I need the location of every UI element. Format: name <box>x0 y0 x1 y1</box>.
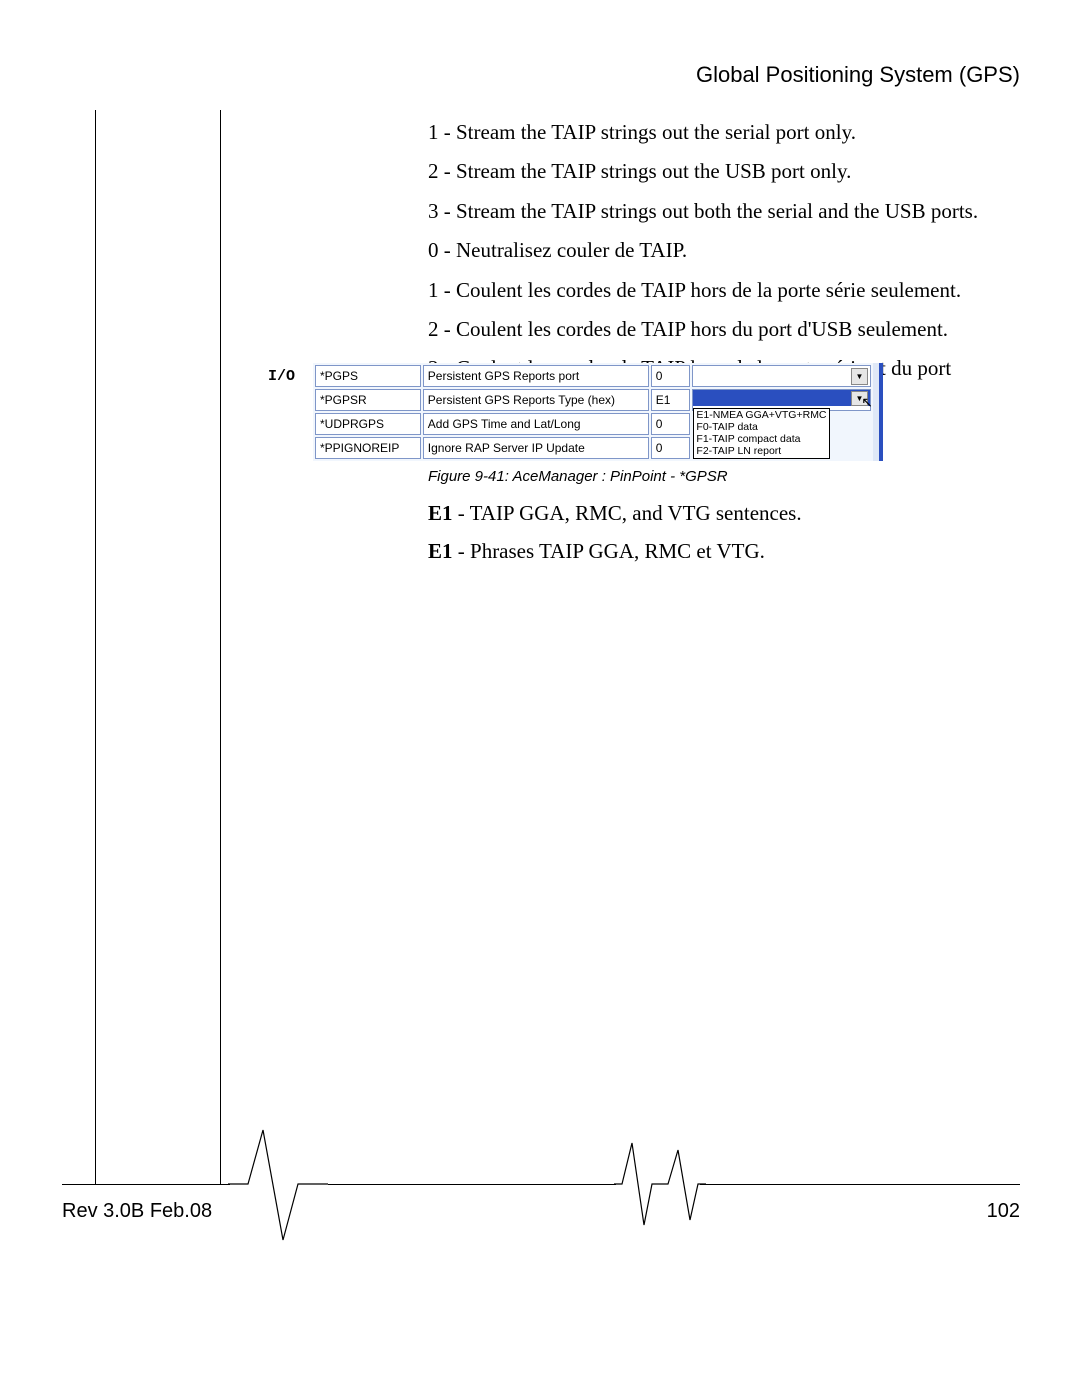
page-header-title: Global Positioning System (GPS) <box>696 62 1020 88</box>
body-line: 1 - Coulent les cordes de TAIP hors de l… <box>428 276 1008 305</box>
table-row: *PGPSR Persistent GPS Reports Type (hex)… <box>315 389 871 411</box>
heartbeat-icon <box>614 1125 660 1245</box>
column-rule-outer <box>95 110 96 1185</box>
e1-desc: - TAIP GGA, RMC, and VTG sentences. <box>453 501 802 525</box>
acemanager-table: *PGPS Persistent GPS Reports port 0 ▼ *P… <box>313 363 873 461</box>
param-desc: Ignore RAP Server IP Update <box>423 437 649 459</box>
scrollbar-stripe <box>879 363 883 461</box>
dropdown-list[interactable]: E1-NMEA GGA+VTG+RMC F0-TAIP data F1-TAIP… <box>693 408 829 459</box>
footer-rule <box>700 1184 1020 1185</box>
param-dropdown[interactable]: ▼ <box>692 365 871 387</box>
footer-rule <box>62 1184 230 1185</box>
e1-label: E1 <box>428 539 453 563</box>
dropdown-option[interactable]: F1-TAIP compact data <box>696 433 826 445</box>
column-rule-inner <box>220 110 221 1185</box>
param-name: *UDPRGPS <box>315 413 421 435</box>
param-name: *PGPS <box>315 365 421 387</box>
param-value: E1 <box>651 389 691 411</box>
footer-revision: Rev 3.0B Feb.08 <box>62 1200 212 1223</box>
heartbeat-icon <box>660 1125 706 1245</box>
acemanager-screenshot: *PGPS Persistent GPS Reports port 0 ▼ *P… <box>313 363 879 461</box>
chevron-down-icon[interactable]: ▼ <box>851 368 868 385</box>
param-dropdown-open[interactable]: ▼ ↖ E1-NMEA GGA+VTG+RMC F0-TAIP data F1-… <box>692 389 871 411</box>
post-figure-text: E1 - TAIP GGA, RMC, and VTG sentences. E… <box>428 498 1008 573</box>
dropdown-option[interactable]: F0-TAIP data <box>696 421 826 433</box>
param-value: 0 <box>651 413 691 435</box>
footer-rule <box>328 1184 616 1185</box>
param-value: 0 <box>651 365 691 387</box>
dropdown-option[interactable]: E1-NMEA GGA+VTG+RMC <box>696 409 826 421</box>
figure-caption: Figure 9-41: AceManager : PinPoint - *GP… <box>428 468 728 485</box>
param-name: *PPIGNOREIP <box>315 437 421 459</box>
dropdown-option[interactable]: F2-TAIP LN report <box>696 445 826 457</box>
param-value: 0 <box>651 437 691 459</box>
body-line: 2 - Coulent les cordes de TAIP hors du p… <box>428 315 1008 344</box>
io-section-label: I/O <box>268 368 295 385</box>
body-line: 2 - Stream the TAIP strings out the USB … <box>428 157 1008 186</box>
param-desc: Persistent GPS Reports port <box>423 365 649 387</box>
param-desc: Add GPS Time and Lat/Long <box>423 413 649 435</box>
param-desc: Persistent GPS Reports Type (hex) <box>423 389 649 411</box>
heartbeat-icon <box>228 1125 328 1245</box>
dropdown-selection-bar <box>693 390 870 406</box>
body-line: 1 - Stream the TAIP strings out the seri… <box>428 118 1008 147</box>
table-row: *PGPS Persistent GPS Reports port 0 ▼ <box>315 365 871 387</box>
footer-page-number: 102 <box>987 1200 1020 1223</box>
e1-desc: - Phrases TAIP GGA, RMC et VTG. <box>453 539 765 563</box>
body-line: 3 - Stream the TAIP strings out both the… <box>428 197 1008 226</box>
chevron-down-icon[interactable]: ▼ <box>851 391 868 406</box>
e1-label: E1 <box>428 501 453 525</box>
param-name: *PGPSR <box>315 389 421 411</box>
body-line: 0 - Neutralisez couler de TAIP. <box>428 236 1008 265</box>
